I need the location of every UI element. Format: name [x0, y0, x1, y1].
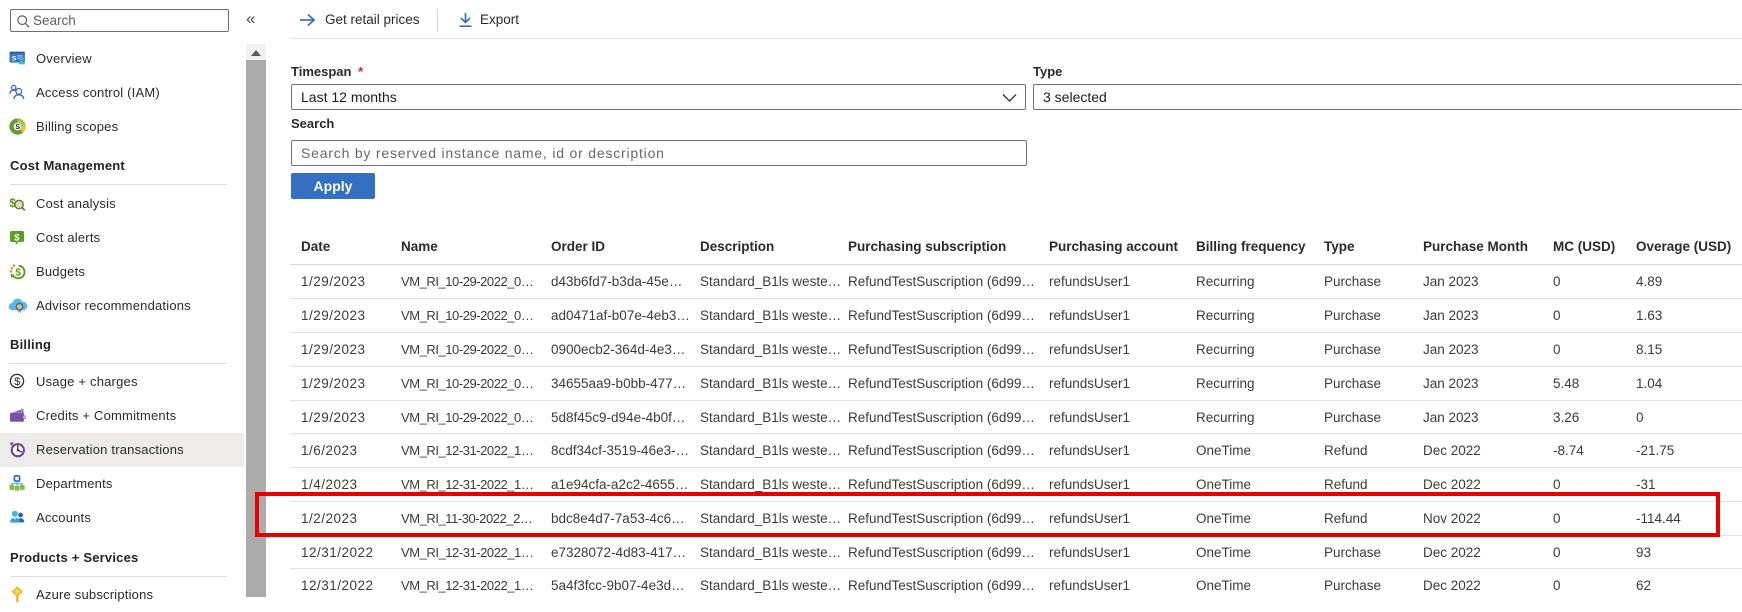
svg-text:$: $: [15, 268, 21, 279]
svg-text:S: S: [12, 55, 17, 62]
svg-text:S: S: [15, 124, 20, 131]
svg-text:$: $: [14, 376, 20, 388]
